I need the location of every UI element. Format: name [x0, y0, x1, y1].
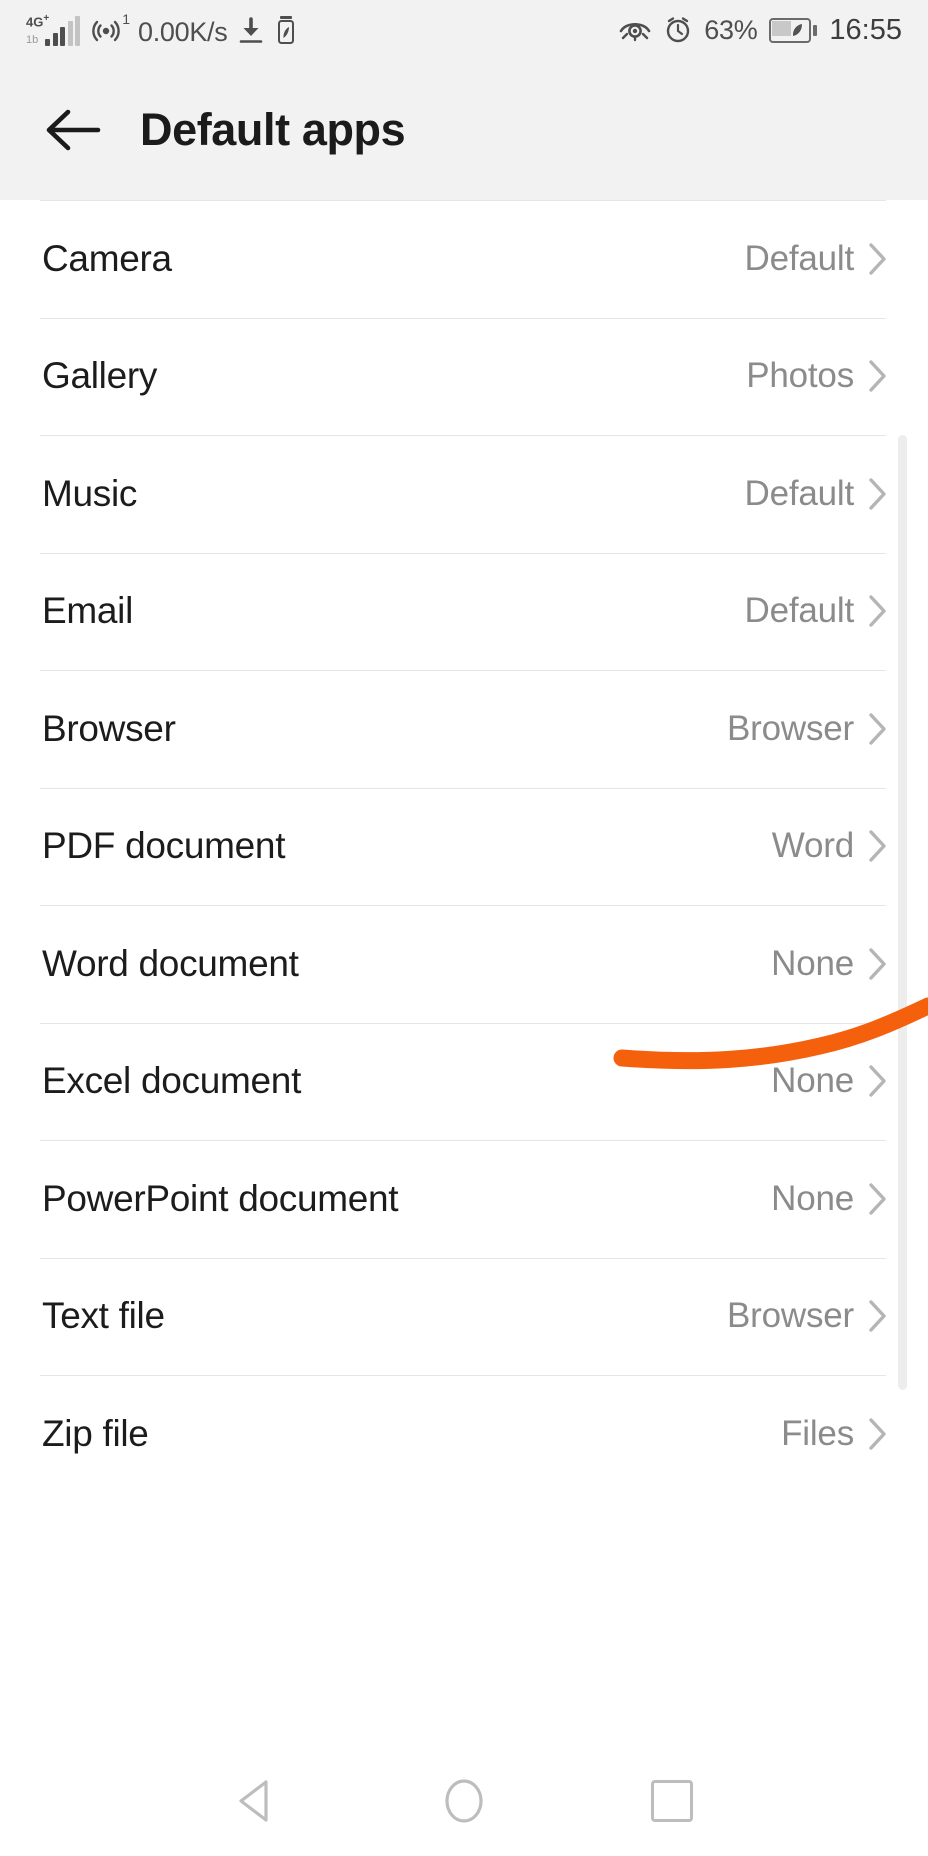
- list-item-right: Files: [781, 1414, 888, 1454]
- list-item-value: None: [771, 1061, 854, 1101]
- list-item-label: Zip file: [42, 1412, 149, 1454]
- list-item-value: Default: [744, 473, 855, 513]
- chevron-right-icon: [868, 1417, 888, 1451]
- list-item-value: Files: [781, 1413, 854, 1453]
- list-item-right: Word: [772, 826, 888, 866]
- list-item[interactable]: PowerPoint document None: [0, 1140, 928, 1258]
- chevron-right-icon: [868, 242, 888, 276]
- status-bar-right: 63% 16:55: [618, 13, 902, 46]
- list-item-value: None: [771, 943, 854, 983]
- chevron-right-icon: [868, 829, 888, 863]
- nav-back-button[interactable]: [152, 1778, 360, 1824]
- battery-icon: [769, 17, 818, 43]
- chevron-right-icon: [868, 477, 888, 511]
- list-item[interactable]: Text file Browser: [0, 1257, 928, 1376]
- list-item-label: Gallery: [42, 355, 158, 397]
- list-item[interactable]: Browser Browser: [0, 670, 928, 788]
- list-item-label: Excel document: [42, 1060, 302, 1102]
- network-speed-text: 0.00K/s: [138, 17, 228, 47]
- list-item-label: Music: [42, 472, 138, 514]
- list-item[interactable]: Email Default: [0, 552, 928, 671]
- scrollbar-thumb[interactable]: [898, 435, 907, 1390]
- list-item-value: Default: [744, 591, 855, 631]
- list-item-label: PDF document: [42, 825, 286, 867]
- list-item-right: None: [771, 1061, 888, 1101]
- signal-bars-icon: 4G+ 1b: [26, 14, 82, 46]
- list-item-label: Email: [42, 590, 134, 632]
- back-arrow-icon[interactable]: [42, 99, 104, 161]
- app-bar: Default apps: [0, 60, 928, 200]
- status-bar-left: 4G+ 1b 1 0.00K/s: [26, 12, 297, 47]
- page-title: Default apps: [140, 104, 406, 155]
- list-item[interactable]: Music Default: [0, 435, 928, 553]
- list-item[interactable]: Word document None: [0, 905, 928, 1023]
- nav-back-icon: [234, 1778, 278, 1824]
- alarm-clock-icon: [664, 16, 692, 44]
- list-item-label: Word document: [42, 942, 299, 984]
- hotspot-icon: 1: [92, 12, 130, 46]
- chevron-right-icon: [868, 594, 888, 628]
- list-item-right: None: [771, 1179, 888, 1219]
- list-item-label: Browser: [42, 707, 176, 749]
- clock-text: 16:55: [829, 13, 902, 46]
- default-apps-list[interactable]: Camera Default Gallery Photos Music Default Em…: [0, 200, 928, 1856]
- list-item-right: Photos: [746, 356, 888, 396]
- download-icon: [237, 16, 265, 46]
- eye-comfort-icon: [618, 18, 652, 42]
- list-item-right: Browser: [727, 709, 888, 749]
- phone-screen: 4G+ 1b 1 0.00K/s 63% 16:55 Default apps …: [0, 0, 928, 1856]
- list-item[interactable]: Zip file Files: [0, 1375, 928, 1493]
- list-item-label: Text file: [42, 1295, 165, 1337]
- list-item[interactable]: Camera Default: [0, 200, 928, 318]
- chevron-right-icon: [868, 1299, 888, 1333]
- list-item-value: Browser: [727, 1296, 854, 1336]
- list-item-value: Browser: [727, 708, 854, 748]
- nav-recents-icon: [651, 1780, 693, 1822]
- navigation-bar: [0, 1746, 928, 1856]
- list-item-value: Word: [771, 826, 854, 866]
- list-item[interactable]: Gallery Photos: [0, 317, 928, 436]
- list-item-label: PowerPoint document: [42, 1177, 399, 1219]
- nav-home-button[interactable]: [360, 1776, 568, 1826]
- chevron-right-icon: [868, 947, 888, 981]
- list-item[interactable]: PDF document Word: [0, 787, 928, 906]
- nav-recents-button[interactable]: [568, 1780, 776, 1822]
- list-item-value: None: [771, 1178, 854, 1218]
- chevron-right-icon: [868, 1064, 888, 1098]
- list-item-value: Default: [744, 238, 855, 278]
- nav-home-icon: [442, 1776, 486, 1826]
- list-item-right: Default: [745, 239, 889, 279]
- chevron-right-icon: [868, 712, 888, 746]
- battery-percent-text: 63%: [704, 14, 758, 45]
- chevron-right-icon: [868, 359, 888, 393]
- list-item-right: Browser: [727, 1296, 888, 1336]
- list-item-label: Camera: [42, 237, 172, 279]
- chevron-right-icon: [868, 1182, 888, 1216]
- list-item-right: None: [771, 944, 888, 984]
- status-bar: 4G+ 1b 1 0.00K/s 63% 16:55: [0, 0, 928, 60]
- list-item-right: Default: [745, 474, 889, 514]
- list-item-value: Photos: [746, 356, 854, 396]
- list-item-right: Default: [745, 591, 889, 631]
- battery-saver-icon: [275, 14, 297, 46]
- list-item[interactable]: Excel document None: [0, 1022, 928, 1141]
